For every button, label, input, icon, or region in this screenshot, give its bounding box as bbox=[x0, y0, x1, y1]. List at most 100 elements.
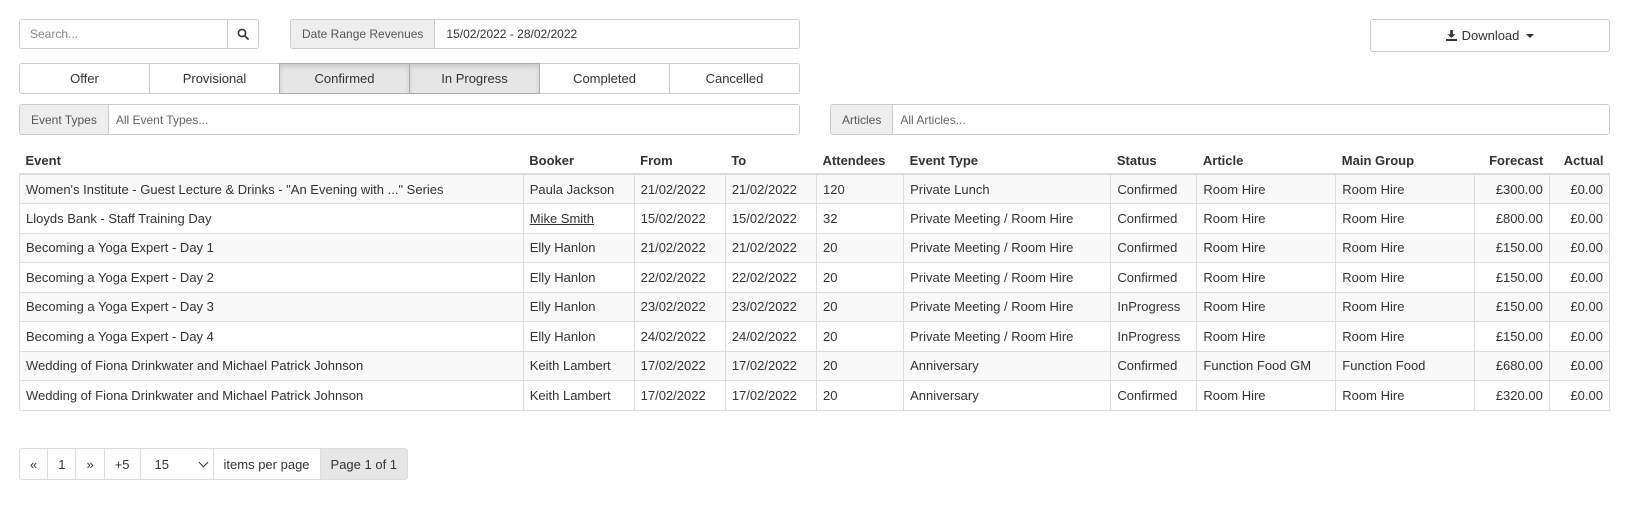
jump-5-pages-button[interactable]: +5 bbox=[103, 448, 141, 480]
cell-from: 15/02/2022 bbox=[633, 203, 726, 234]
event-types-input[interactable] bbox=[108, 105, 799, 134]
cell-article: Function Food GM bbox=[1196, 351, 1337, 381]
cell-actual: £0.00 bbox=[1548, 351, 1611, 381]
page-info: Page 1 of 1 bbox=[319, 448, 409, 480]
next-page-button[interactable]: » bbox=[75, 448, 105, 480]
date-range-input[interactable] bbox=[435, 20, 799, 48]
column-header-actual[interactable]: Actual bbox=[1549, 147, 1610, 175]
articles-filter: Articles bbox=[830, 104, 1610, 135]
cell-booker: Keith Lambert bbox=[522, 380, 635, 411]
cell-event-type: Private Meeting / Room Hire bbox=[903, 203, 1112, 234]
table-row[interactable]: Lloyds Bank - Staff Training Day Mike Smi… bbox=[19, 203, 1611, 234]
download-button[interactable]: Download bbox=[1370, 19, 1610, 52]
cell-status: Confirmed bbox=[1110, 351, 1198, 381]
cell-main-group: Room Hire bbox=[1335, 321, 1476, 352]
cell-to: 17/02/2022 bbox=[724, 351, 818, 381]
column-header-forecast[interactable]: Forecast bbox=[1474, 147, 1550, 175]
booker-link[interactable]: Mike Smith bbox=[530, 211, 594, 226]
cell-event-type: Anniversary bbox=[903, 380, 1112, 411]
cell-forecast: £150.00 bbox=[1474, 321, 1550, 352]
table-header-row: Event Booker From To Attendees Event Typ… bbox=[19, 147, 1610, 175]
cell-event-type: Private Meeting / Room Hire bbox=[903, 292, 1112, 322]
cell-article: Room Hire bbox=[1196, 380, 1337, 411]
cell-event: Lloyds Bank - Staff Training Day bbox=[19, 203, 524, 234]
cell-status: Confirmed bbox=[1110, 203, 1198, 234]
cell-article: Room Hire bbox=[1196, 203, 1337, 234]
table-row[interactable]: Wedding of Fiona Drinkwater and Michael … bbox=[19, 351, 1611, 381]
column-header-attendees[interactable]: Attendees bbox=[816, 147, 904, 175]
status-completed-button[interactable]: Completed bbox=[539, 63, 670, 94]
cell-event-type: Private Meeting / Room Hire bbox=[903, 262, 1112, 293]
cell-attendees: 120 bbox=[816, 174, 905, 204]
cell-status: Confirmed bbox=[1110, 262, 1198, 293]
cell-to: 17/02/2022 bbox=[724, 380, 818, 411]
cell-event: Wedding of Fiona Drinkwater and Michael … bbox=[19, 380, 524, 411]
status-confirmed-button[interactable]: Confirmed bbox=[279, 63, 410, 94]
articles-label: Articles bbox=[831, 105, 894, 134]
cell-to: 15/02/2022 bbox=[724, 203, 818, 234]
page-size-value: 15 bbox=[154, 456, 169, 472]
column-header-event[interactable]: Event bbox=[19, 147, 524, 175]
cell-actual: £0.00 bbox=[1548, 203, 1611, 234]
search-button[interactable] bbox=[227, 19, 259, 49]
cell-booker: Elly Hanlon bbox=[522, 233, 635, 263]
cell-booker: Paula Jackson bbox=[522, 174, 635, 204]
events-table: Event Booker From To Attendees Event Typ… bbox=[19, 147, 1611, 411]
cell-booker: Keith Lambert bbox=[522, 351, 635, 381]
search-group bbox=[19, 19, 259, 49]
status-cancelled-button[interactable]: Cancelled bbox=[669, 63, 800, 94]
cell-to: 24/02/2022 bbox=[724, 321, 818, 352]
cell-forecast: £300.00 bbox=[1474, 174, 1550, 204]
cell-event: Becoming a Yoga Expert - Day 4 bbox=[19, 321, 524, 352]
cell-to: 23/02/2022 bbox=[724, 292, 818, 322]
status-offer-button[interactable]: Offer bbox=[19, 63, 150, 94]
page-size-select[interactable]: 15 bbox=[139, 448, 214, 480]
cell-article: Room Hire bbox=[1196, 321, 1337, 352]
table-row[interactable]: Women's Institute - Guest Lecture & Drin… bbox=[19, 174, 1611, 204]
cell-event: Becoming a Yoga Expert - Day 3 bbox=[19, 292, 524, 322]
column-header-booker[interactable]: Booker bbox=[523, 147, 635, 175]
page-1-button[interactable]: 1 bbox=[47, 448, 77, 480]
date-range-group: Date Range Revenues bbox=[290, 19, 800, 49]
cell-status: Confirmed bbox=[1110, 380, 1198, 411]
cell-from: 21/02/2022 bbox=[633, 233, 726, 263]
cell-actual: £0.00 bbox=[1548, 174, 1611, 204]
cell-forecast: £150.00 bbox=[1474, 262, 1550, 293]
cell-event-type: Private Meeting / Room Hire bbox=[903, 233, 1112, 263]
column-header-article[interactable]: Article bbox=[1196, 147, 1336, 175]
table-row[interactable]: Becoming a Yoga Expert - Day 4 Elly Hanlo… bbox=[19, 321, 1611, 352]
column-header-status[interactable]: Status bbox=[1110, 147, 1197, 175]
event-types-filter: Event Types bbox=[19, 104, 800, 135]
table-row[interactable]: Wedding of Fiona Drinkwater and Michael … bbox=[19, 380, 1611, 411]
search-input[interactable] bbox=[19, 19, 227, 49]
cell-to: 21/02/2022 bbox=[724, 174, 818, 204]
cell-event: Becoming a Yoga Expert - Day 1 bbox=[19, 233, 524, 263]
cell-main-group: Room Hire bbox=[1335, 233, 1476, 263]
cell-forecast: £800.00 bbox=[1474, 203, 1550, 234]
table-row[interactable]: Becoming a Yoga Expert - Day 3 Elly Hanlo… bbox=[19, 292, 1611, 322]
cell-from: 24/02/2022 bbox=[633, 321, 726, 352]
cell-main-group: Room Hire bbox=[1335, 174, 1476, 204]
cell-booker: Elly Hanlon bbox=[522, 321, 635, 352]
table-row[interactable]: Becoming a Yoga Expert - Day 2 Elly Hanlo… bbox=[19, 262, 1611, 293]
items-per-page-label: items per page bbox=[212, 448, 321, 480]
first-page-button[interactable]: « bbox=[19, 448, 49, 480]
cell-forecast: £680.00 bbox=[1474, 351, 1550, 381]
articles-input[interactable] bbox=[893, 105, 1609, 134]
cell-from: 21/02/2022 bbox=[633, 174, 726, 204]
cell-status: InProgress bbox=[1110, 321, 1198, 352]
column-header-main-group[interactable]: Main Group bbox=[1335, 147, 1475, 175]
cell-main-group: Function Food bbox=[1335, 351, 1476, 381]
cell-main-group: Room Hire bbox=[1335, 380, 1476, 411]
cell-from: 22/02/2022 bbox=[633, 262, 726, 293]
cell-from: 17/02/2022 bbox=[633, 380, 726, 411]
cell-actual: £0.00 bbox=[1548, 321, 1611, 352]
cell-forecast: £320.00 bbox=[1474, 380, 1550, 411]
column-header-from[interactable]: From bbox=[634, 147, 726, 175]
status-provisional-button[interactable]: Provisional bbox=[149, 63, 280, 94]
table-row[interactable]: Becoming a Yoga Expert - Day 1 Elly Hanlo… bbox=[19, 233, 1611, 263]
chevron-down-icon bbox=[198, 457, 208, 467]
column-header-event-type[interactable]: Event Type bbox=[903, 147, 1111, 175]
column-header-to[interactable]: To bbox=[725, 147, 817, 175]
status-in-progress-button[interactable]: In Progress bbox=[409, 63, 540, 94]
